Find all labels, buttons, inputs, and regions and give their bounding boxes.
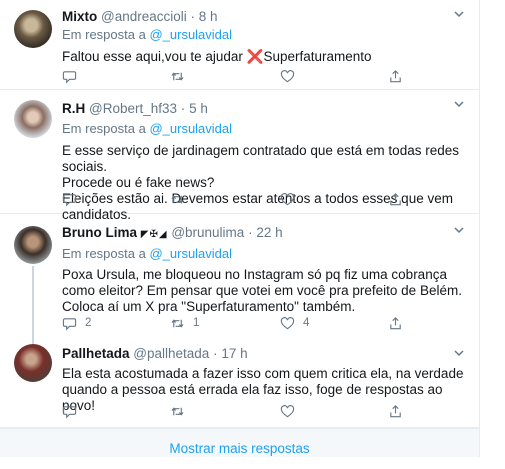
- tweet-actions: [62, 191, 402, 207]
- tweet-mixto[interactable]: Mixto @andreaccioli · 8 h Em resposta a …: [0, 0, 479, 90]
- reply-icon: [62, 405, 77, 418]
- display-name[interactable]: Bruno Lima: [62, 225, 137, 240]
- retweet-icon: [171, 71, 184, 81]
- reply-icon: [62, 193, 77, 206]
- tweet-text-part: Faltou esse aqui,vou te ajudar: [62, 49, 247, 64]
- separator-dot: ·: [180, 101, 186, 116]
- display-name[interactable]: Mixto: [62, 9, 97, 24]
- share-button[interactable]: [388, 191, 403, 207]
- avatar[interactable]: [14, 226, 52, 264]
- show-more-replies-link[interactable]: Mostrar mais respostas: [0, 428, 479, 457]
- reply-to-link[interactable]: @_ursulavidal: [149, 246, 232, 261]
- chevron-down-icon[interactable]: [453, 347, 465, 359]
- like-button[interactable]: [280, 403, 303, 419]
- share-button[interactable]: [388, 68, 403, 84]
- like-icon: [280, 316, 295, 329]
- conversation-thread: Bruno Lima ◤✠◢ @brunulima · 22 h Em resp…: [0, 214, 479, 428]
- chevron-down-icon[interactable]: [453, 98, 465, 110]
- reply-count: 2: [85, 317, 92, 329]
- display-name[interactable]: Pallhetada: [62, 346, 130, 361]
- name-badges: ◤✠◢: [140, 229, 168, 240]
- chevron-down-icon[interactable]: [453, 224, 465, 236]
- share-icon: [390, 316, 401, 329]
- retweet-button[interactable]: [170, 68, 193, 84]
- tweet-text-part: Superfaturamento: [263, 49, 372, 64]
- retweet-icon: [171, 318, 184, 328]
- like-button[interactable]: [280, 191, 303, 207]
- retweet-button[interactable]: [170, 191, 193, 207]
- reply-context: Em resposta a @_ursulavidal: [62, 26, 465, 43]
- cross-mark-emoji: ❌: [246, 49, 264, 64]
- avatar[interactable]: [14, 344, 52, 382]
- thread-connector-line: [32, 266, 34, 344]
- reply-icon: [62, 317, 77, 330]
- timestamp[interactable]: 5 h: [189, 101, 208, 116]
- tweet-actions: [62, 68, 402, 84]
- user-handle[interactable]: @Robert_hf33: [89, 101, 177, 116]
- retweet-icon: [171, 406, 184, 416]
- reply-context: Em resposta a @_ursulavidal: [62, 245, 465, 262]
- user-handle[interactable]: @andreaccioli: [101, 9, 187, 24]
- reply-prefix: Em resposta a: [62, 121, 146, 136]
- tweet-rh[interactable]: R.H @Robert_hf33 · 5 h Em resposta a @_u…: [0, 90, 479, 222]
- share-button[interactable]: [388, 315, 403, 331]
- reply-button[interactable]: [62, 403, 85, 419]
- share-button[interactable]: [388, 403, 403, 419]
- like-button[interactable]: [280, 68, 303, 84]
- separator-dot: ·: [248, 225, 253, 240]
- retweet-button[interactable]: 1: [170, 315, 199, 331]
- tweet-text: Poxa Ursula, me bloqueou no Instagram só…: [62, 267, 462, 314]
- tweet-header: Bruno Lima ◤✠◢ @brunulima · 22 h: [62, 224, 465, 244]
- reply-to-link[interactable]: @_ursulavidal: [149, 27, 232, 42]
- tweet-text: E esse serviço de jardinagem contratado …: [62, 143, 459, 222]
- tweet-actions: [62, 403, 402, 419]
- retweet-count: 1: [193, 317, 200, 329]
- avatar[interactable]: [14, 100, 52, 138]
- like-icon: [280, 192, 295, 205]
- reply-icon: [62, 70, 77, 83]
- reply-prefix: Em resposta a: [62, 246, 146, 261]
- share-icon: [390, 69, 401, 82]
- timestamp[interactable]: 17 h: [221, 346, 247, 361]
- tweet-header: R.H @Robert_hf33 · 5 h: [62, 100, 465, 118]
- avatar[interactable]: [14, 10, 52, 48]
- replies-column: Mixto @andreaccioli · 8 h Em resposta a …: [0, 0, 480, 457]
- timestamp[interactable]: 22 h: [256, 225, 282, 240]
- like-button[interactable]: 4: [280, 315, 309, 331]
- separator-dot: ·: [190, 9, 196, 24]
- timestamp[interactable]: 8 h: [199, 9, 218, 24]
- reply-button[interactable]: [62, 191, 85, 207]
- like-icon: [280, 69, 295, 82]
- tweet-header: Mixto @andreaccioli · 8 h: [62, 8, 465, 26]
- display-name[interactable]: R.H: [62, 101, 85, 116]
- share-icon: [390, 404, 401, 417]
- reply-button[interactable]: [62, 68, 85, 84]
- tweet-actions: 2 1 4: [62, 315, 402, 331]
- retweet-icon: [171, 194, 184, 204]
- chevron-down-icon[interactable]: [453, 8, 465, 20]
- like-icon: [280, 404, 295, 417]
- tweet-bruno-lima[interactable]: Bruno Lima ◤✠◢ @brunulima · 22 h Em resp…: [62, 224, 465, 315]
- reply-button[interactable]: 2: [62, 315, 91, 331]
- reply-prefix: Em resposta a: [62, 27, 146, 42]
- separator-dot: ·: [213, 346, 218, 361]
- tweet-text: Faltou esse aqui,vou te ajudar ❌Superfat…: [62, 49, 465, 65]
- user-handle[interactable]: @pallhetada: [133, 346, 209, 361]
- reply-to-link[interactable]: @_ursulavidal: [149, 121, 232, 136]
- reply-context: Em resposta a @_ursulavidal: [62, 120, 465, 137]
- tweet-header: Pallhetada @pallhetada · 17 h: [62, 345, 465, 363]
- share-icon: [390, 192, 401, 205]
- retweet-button[interactable]: [170, 403, 193, 419]
- like-count: 4: [303, 317, 310, 329]
- user-handle[interactable]: @brunulima: [171, 225, 244, 240]
